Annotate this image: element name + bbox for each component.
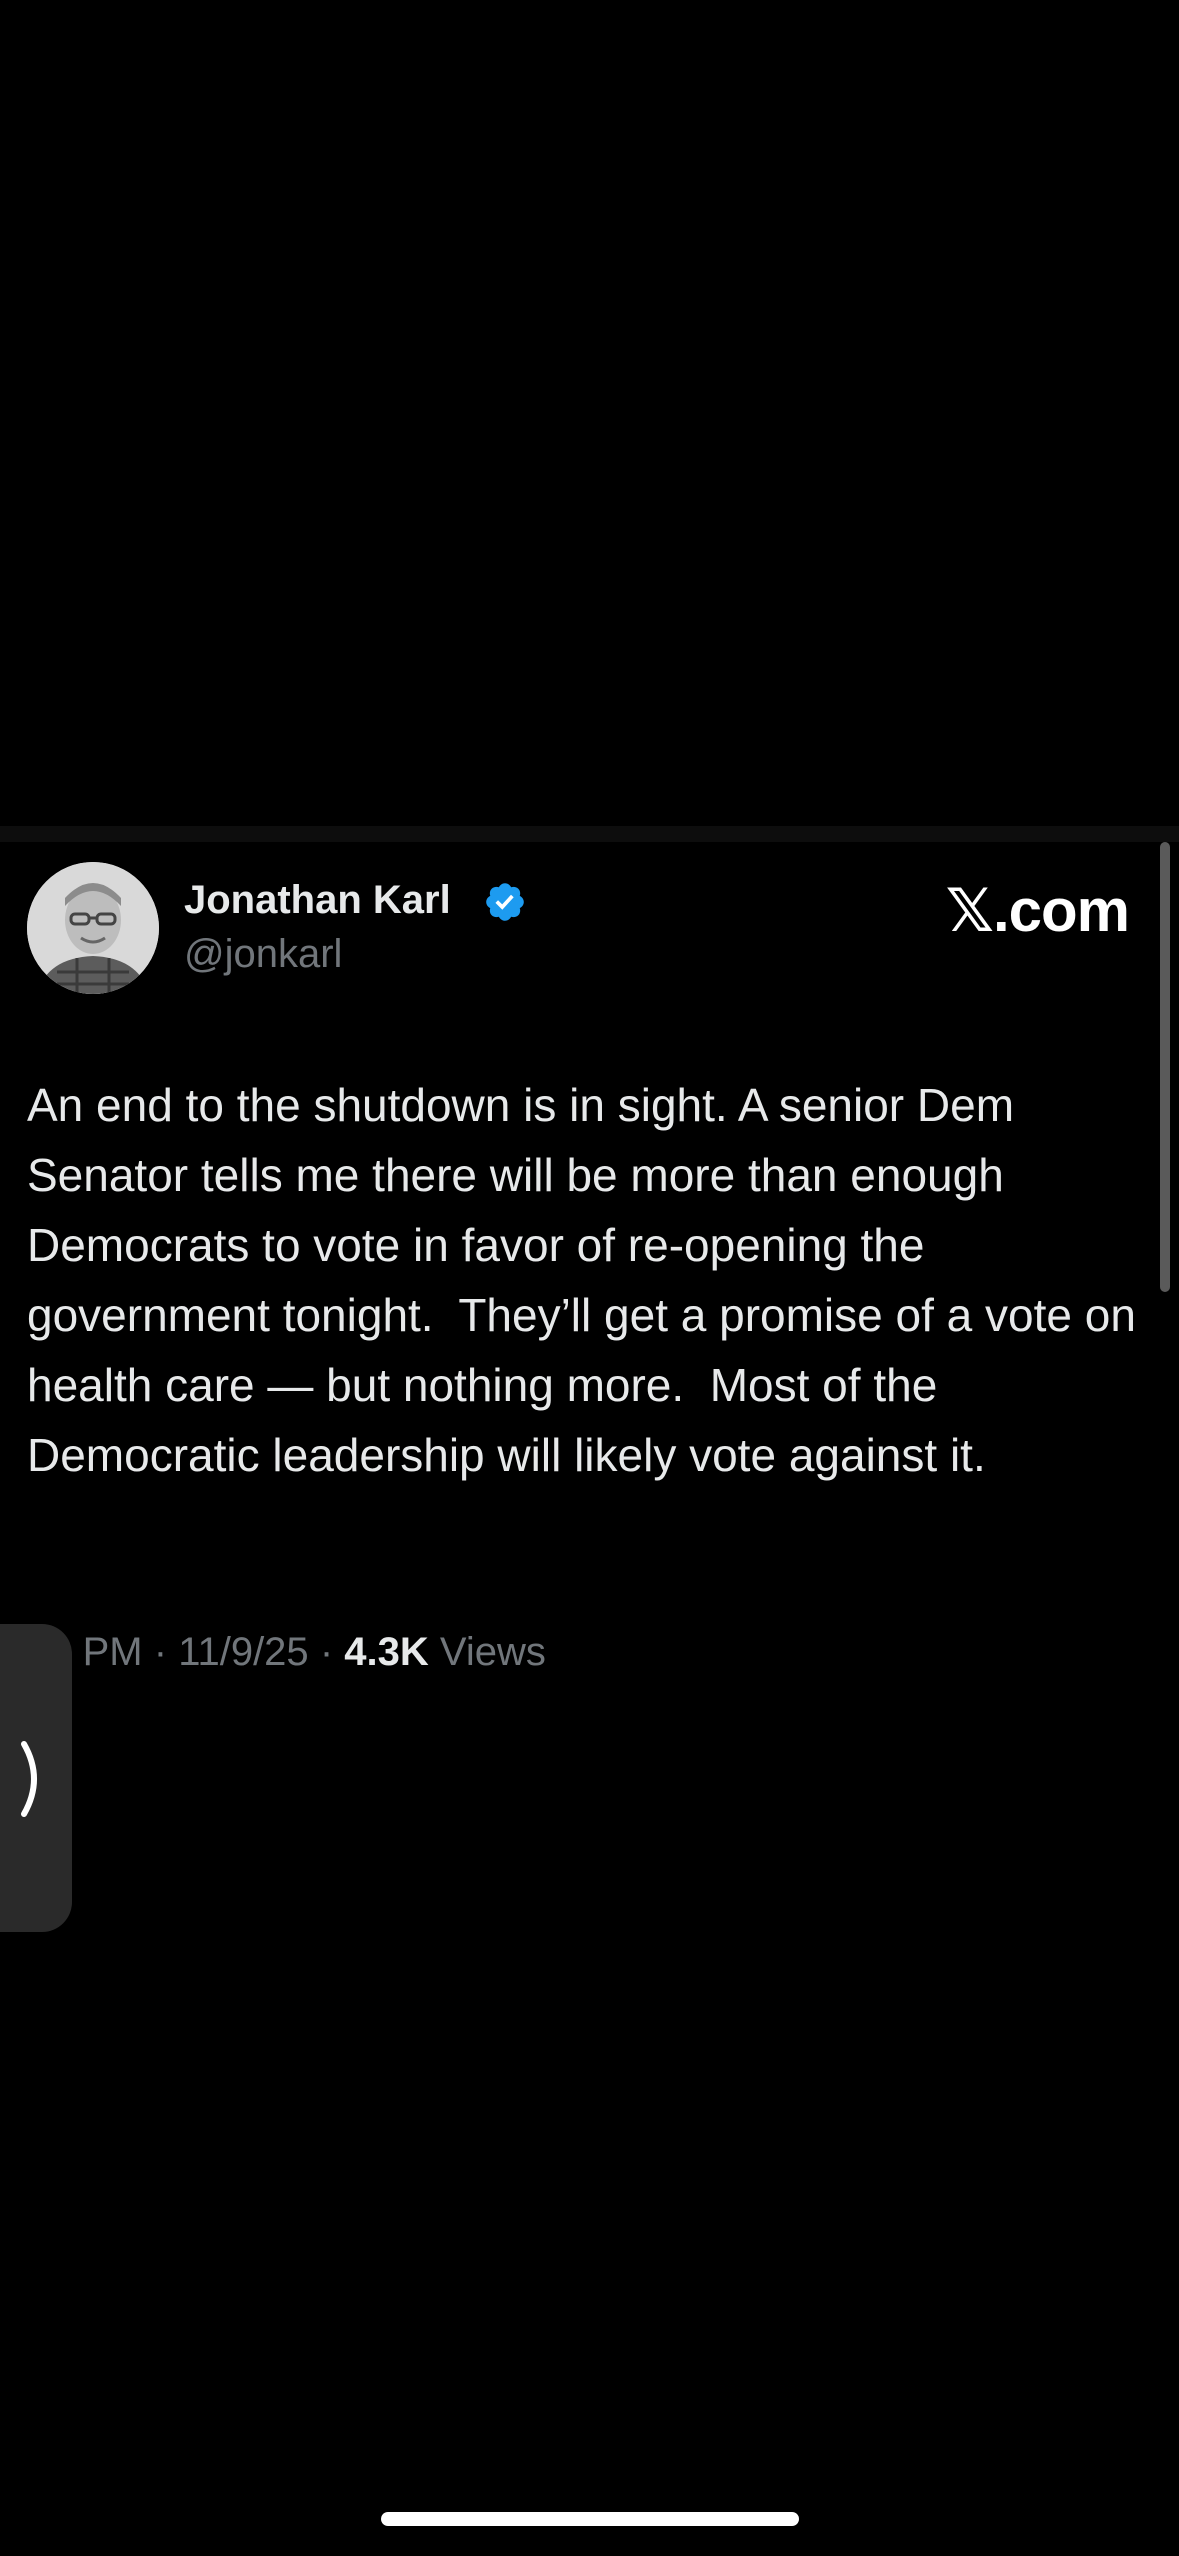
scrollbar[interactable] bbox=[1160, 842, 1170, 1292]
views-count: 4.3K bbox=[344, 1630, 429, 1674]
chevron-right-icon bbox=[21, 1741, 37, 1817]
meta-separator: · bbox=[319, 1630, 334, 1674]
verified-badge-icon bbox=[486, 883, 524, 921]
tweet-meta: 58 PM · 11/9/25 · 4.3K Views bbox=[27, 1630, 546, 1675]
x-brand-logo: 𝕏.com bbox=[945, 877, 1130, 944]
tweet-card: Jonathan Karl @jonkarl 𝕏.com An end to t… bbox=[0, 842, 1179, 1742]
avatar-photo bbox=[27, 862, 159, 994]
home-indicator[interactable] bbox=[381, 2512, 799, 2526]
author-name[interactable]: Jonathan Karl bbox=[184, 878, 451, 923]
avatar[interactable] bbox=[27, 862, 159, 994]
meta-separator: · bbox=[153, 1630, 168, 1674]
side-tab-handle[interactable] bbox=[0, 1624, 72, 1932]
tweet-text: An end to the shutdown is in sight. A se… bbox=[27, 1079, 1149, 1481]
top-divider bbox=[0, 826, 1179, 842]
views-label: Views bbox=[439, 1630, 546, 1674]
tweet-date: 11/9/25 bbox=[178, 1630, 309, 1674]
author-handle[interactable]: @jonkarl bbox=[184, 932, 342, 977]
